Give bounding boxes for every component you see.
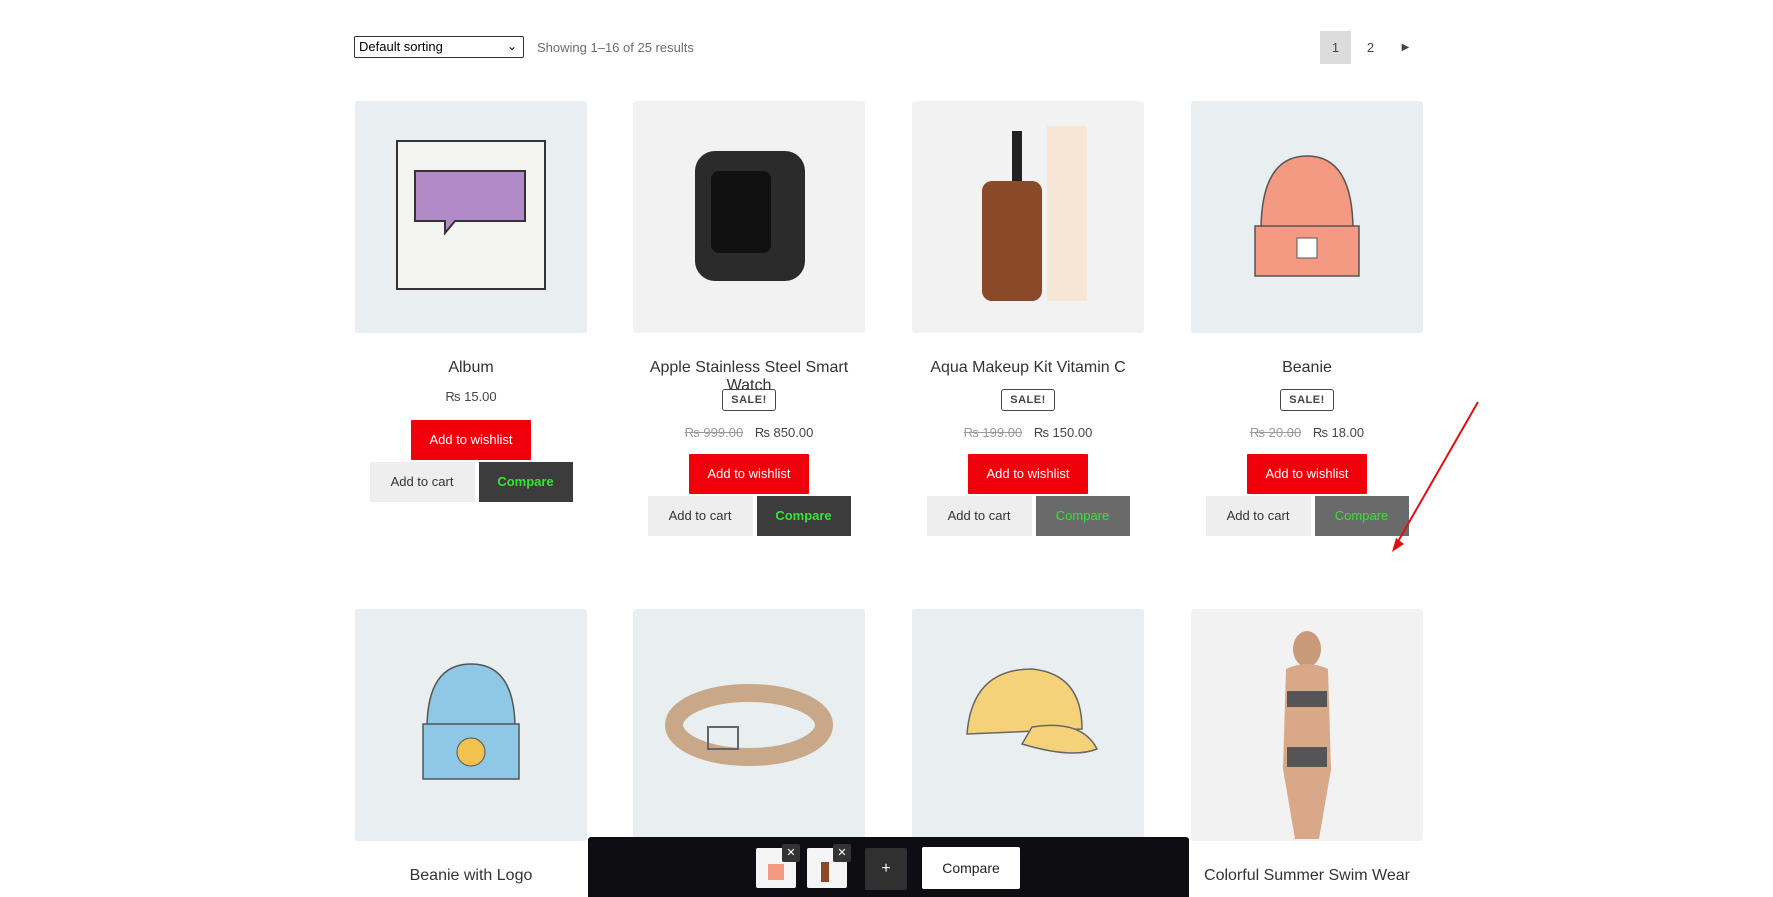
page-2-button[interactable]: 2 xyxy=(1355,31,1386,64)
compare-item-beanie[interactable]: ✕ xyxy=(756,844,800,888)
caret-right-icon: ▶ xyxy=(1401,42,1410,53)
pagination: 1 2 ▶ xyxy=(1320,31,1421,64)
add-compare-item-button[interactable]: + xyxy=(865,848,907,890)
makeup-kit-illustration xyxy=(982,126,1087,301)
compare-now-button[interactable]: Compare xyxy=(922,847,1020,889)
page-1-button[interactable]: 1 xyxy=(1320,31,1351,64)
product-title[interactable]: Album xyxy=(355,359,587,379)
add-to-cart-button[interactable]: Add to cart xyxy=(1205,496,1311,536)
swim-wear-photo xyxy=(1283,631,1331,839)
product-card-makeup-kit: Aqua Makeup Kit Vitamin C SALE! ₨ 199.00… xyxy=(912,101,1144,536)
product-image-belt[interactable] xyxy=(633,609,865,841)
shop-toolbar: Default sorting ⌄ Showing 1–16 of 25 res… xyxy=(354,31,1421,68)
compare-button[interactable]: Compare xyxy=(756,496,851,536)
add-to-wishlist-button[interactable]: Add to wishlist xyxy=(968,454,1088,494)
product-price: ₨ 199.00 ₨ 150.00 xyxy=(912,425,1144,440)
add-to-wishlist-button[interactable]: Add to wishlist xyxy=(411,420,531,460)
sale-badge: SALE! xyxy=(722,389,776,411)
add-to-cart-button[interactable]: Add to cart xyxy=(926,496,1032,536)
product-title[interactable]: Colorful Summer Swim Wear xyxy=(1191,867,1423,887)
product-image-makeup-kit[interactable] xyxy=(912,101,1144,333)
add-to-cart-button[interactable]: Add to cart xyxy=(369,462,475,502)
price-old: ₨ 20.00 xyxy=(1249,425,1302,440)
album-illustration xyxy=(396,140,546,290)
add-to-cart-button[interactable]: Add to cart xyxy=(647,496,753,536)
product-title[interactable]: Beanie xyxy=(1191,359,1423,379)
belt-illustration xyxy=(665,684,833,766)
add-to-wishlist-button[interactable]: Add to wishlist xyxy=(689,454,809,494)
price-old: ₨ 199.00 xyxy=(963,425,1023,440)
sort-select-value: Default sorting xyxy=(359,39,443,54)
price-new: ₨ 850.00 xyxy=(754,425,814,440)
cap-illustration xyxy=(966,668,1099,754)
sale-badge: SALE! xyxy=(1001,389,1055,411)
annotation-arrow-icon xyxy=(1392,401,1479,552)
beanie-logo-illustration xyxy=(422,663,520,780)
product-title[interactable]: Beanie with Logo xyxy=(355,867,587,887)
product-card-beanie: Beanie SALE! ₨ 20.00 ₨ 18.00 Add to wish… xyxy=(1191,101,1423,536)
compare-button[interactable]: Compare xyxy=(478,462,573,502)
product-title[interactable]: Aqua Makeup Kit Vitamin C xyxy=(912,359,1144,379)
product-image-cap[interactable] xyxy=(912,609,1144,841)
remove-compare-item-button[interactable]: ✕ xyxy=(833,844,851,862)
product-image-beanie-with-logo[interactable] xyxy=(355,609,587,841)
product-title[interactable]: Apple Stainless Steel Smart Watch xyxy=(633,359,865,394)
product-card-album: Album ₨ 15.00 Add to wishlist Add to car… xyxy=(355,101,587,502)
product-image-album[interactable] xyxy=(355,101,587,333)
product-card-smart-watch: Apple Stainless Steel Smart Watch SALE! … xyxy=(633,101,865,536)
next-page-button[interactable]: ▶ xyxy=(1390,31,1421,64)
smart-watch-illustration xyxy=(695,151,805,281)
product-price: ₨ 999.00 ₨ 850.00 xyxy=(633,425,865,440)
product-price: ₨ 20.00 ₨ 18.00 xyxy=(1191,425,1423,440)
price-new: ₨ 150.00 xyxy=(1033,425,1093,440)
product-image-swim-wear[interactable] xyxy=(1191,609,1423,841)
product-card-beanie-with-logo: Beanie with Logo xyxy=(355,609,587,887)
product-price: ₨ 15.00 xyxy=(445,389,497,404)
sort-select[interactable]: Default sorting ⌄ xyxy=(354,36,524,58)
beanie-illustration xyxy=(1254,155,1360,277)
product-image-smart-watch[interactable] xyxy=(633,101,865,333)
product-card-swim-wear: Colorful Summer Swim Wear xyxy=(1191,609,1423,887)
result-count: Showing 1–16 of 25 results xyxy=(537,40,694,55)
add-to-wishlist-button[interactable]: Add to wishlist xyxy=(1247,454,1367,494)
price-new: ₨ 18.00 xyxy=(1312,425,1365,440)
compare-item-makeup-kit[interactable]: ✕ xyxy=(807,844,851,888)
compare-bar: ✕ ✕ + Compare xyxy=(588,837,1189,897)
price-old: ₨ 999.00 xyxy=(684,425,744,440)
compare-button[interactable]: Compare xyxy=(1035,496,1130,536)
remove-compare-item-button[interactable]: ✕ xyxy=(782,844,800,862)
product-image-beanie[interactable] xyxy=(1191,101,1423,333)
sale-badge: SALE! xyxy=(1280,389,1334,411)
chevron-down-icon: ⌄ xyxy=(506,39,517,53)
